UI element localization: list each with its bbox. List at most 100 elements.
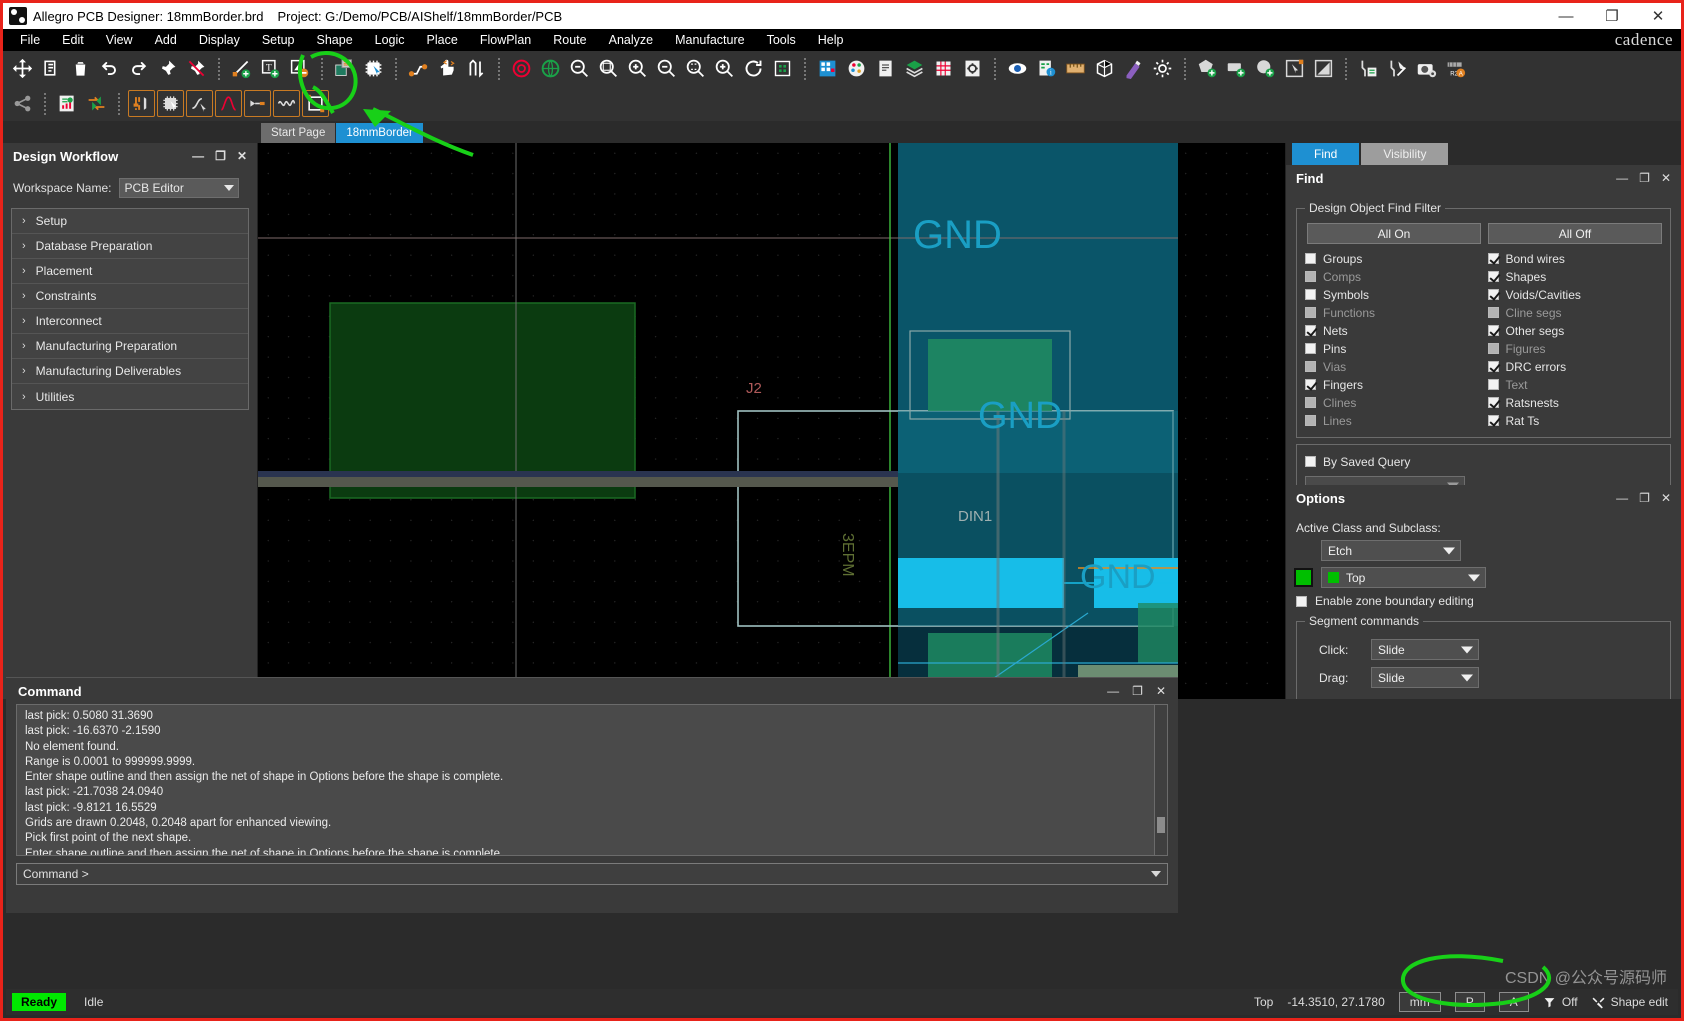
checkbox[interactable] bbox=[1487, 343, 1499, 354]
move-icon[interactable] bbox=[9, 55, 36, 82]
color-refresh-icon[interactable] bbox=[769, 55, 796, 82]
delay-tune-icon[interactable] bbox=[463, 55, 490, 82]
dw-minimize-icon[interactable]: — bbox=[192, 149, 204, 163]
zoom-center-icon[interactable] bbox=[711, 55, 738, 82]
options-close-icon[interactable]: ✕ bbox=[1661, 491, 1671, 505]
shape-add-rect-icon[interactable] bbox=[1223, 55, 1250, 82]
checkbox[interactable] bbox=[1305, 456, 1316, 467]
workflow-item-placement[interactable]: › Placement bbox=[12, 259, 248, 284]
shape-add-circle-icon[interactable] bbox=[1252, 55, 1279, 82]
zoom-previous-icon[interactable] bbox=[653, 55, 680, 82]
active-class-select[interactable]: Etch bbox=[1321, 540, 1461, 561]
brightness-icon[interactable] bbox=[1149, 55, 1176, 82]
scrollbar-thumb[interactable] bbox=[1157, 817, 1165, 833]
checkbox[interactable] bbox=[1305, 379, 1316, 390]
menu-view[interactable]: View bbox=[95, 31, 144, 49]
filter-text[interactable]: Text bbox=[1487, 376, 1663, 393]
add-text-icon[interactable]: T bbox=[257, 55, 284, 82]
checkbox[interactable] bbox=[1305, 415, 1316, 426]
checkbox[interactable] bbox=[1305, 343, 1316, 354]
nc-drill-icon[interactable] bbox=[1384, 55, 1411, 82]
filter-lines[interactable]: Lines bbox=[1305, 412, 1480, 429]
checkbox[interactable] bbox=[1305, 253, 1316, 264]
checkbox[interactable] bbox=[1487, 361, 1499, 372]
variant-icon[interactable]: R2 A bbox=[1442, 55, 1469, 82]
segment-drag-select[interactable]: Slide bbox=[1371, 667, 1479, 688]
checkbox[interactable] bbox=[1305, 289, 1316, 300]
menu-setup[interactable]: Setup bbox=[251, 31, 306, 49]
fix-icon[interactable] bbox=[154, 55, 181, 82]
zoom-out-icon[interactable] bbox=[566, 55, 593, 82]
signal-explorer-icon[interactable] bbox=[186, 90, 213, 117]
checkbox[interactable] bbox=[1305, 271, 1316, 282]
options-float-icon[interactable]: ❐ bbox=[1639, 491, 1650, 505]
unfix-icon[interactable] bbox=[183, 55, 210, 82]
checkbox[interactable] bbox=[1487, 307, 1499, 318]
filter-vias[interactable]: Vias bbox=[1305, 358, 1480, 375]
all-on-button[interactable]: All On bbox=[1307, 223, 1481, 244]
menu-edit[interactable]: Edit bbox=[51, 31, 95, 49]
filter-groups[interactable]: Groups bbox=[1305, 250, 1480, 267]
checkbox[interactable] bbox=[1487, 397, 1499, 408]
filter-figures[interactable]: Figures bbox=[1487, 340, 1663, 357]
menu-route[interactable]: Route bbox=[542, 31, 597, 49]
active-subclass-select[interactable]: Top bbox=[1321, 567, 1486, 588]
workflow-item-manufacturing-preparation[interactable]: › Manufacturing Preparation bbox=[12, 334, 248, 359]
segment-click-select[interactable]: Slide bbox=[1371, 639, 1479, 660]
zoom-world-icon[interactable] bbox=[537, 55, 564, 82]
filter-shapes[interactable]: Shapes bbox=[1487, 268, 1663, 285]
workspace-select[interactable]: PCB Editor bbox=[119, 178, 240, 198]
status-units-button[interactable]: mm bbox=[1398, 992, 1441, 1012]
shape-select-icon[interactable] bbox=[302, 90, 329, 117]
add-shape-icon[interactable] bbox=[286, 55, 313, 82]
refresh-icon[interactable] bbox=[740, 55, 767, 82]
command-log[interactable]: last pick: 0.5080 31.3690 last pick: -16… bbox=[16, 704, 1168, 856]
checkbox[interactable] bbox=[1487, 289, 1499, 300]
artwork-icon[interactable] bbox=[1120, 55, 1147, 82]
workflow-item-database-preparation[interactable]: › Database Preparation bbox=[12, 234, 248, 259]
slide-icon[interactable] bbox=[434, 55, 461, 82]
probe-icon[interactable] bbox=[244, 90, 271, 117]
redo-icon[interactable] bbox=[125, 55, 152, 82]
tab-find[interactable]: Find bbox=[1292, 143, 1360, 165]
menu-place[interactable]: Place bbox=[416, 31, 469, 49]
enable-zone-boundary-row[interactable]: Enable zone boundary editing bbox=[1296, 594, 1673, 608]
find-minimize-icon[interactable]: — bbox=[1616, 171, 1628, 185]
filter-cline-segs[interactable]: Cline segs bbox=[1487, 304, 1663, 321]
close-button[interactable]: ✕ bbox=[1635, 3, 1681, 29]
find-float-icon[interactable]: ❐ bbox=[1639, 171, 1650, 185]
command-input[interactable]: Command > bbox=[16, 863, 1168, 885]
measure-icon[interactable] bbox=[1062, 55, 1089, 82]
camera-icon[interactable] bbox=[1413, 55, 1440, 82]
checkbox[interactable] bbox=[1487, 253, 1499, 264]
tab-18mmborder[interactable]: 18mmBorder bbox=[336, 123, 423, 143]
saved-query-select[interactable] bbox=[1305, 476, 1465, 485]
filter-comps[interactable]: Comps bbox=[1305, 268, 1480, 285]
checkbox[interactable] bbox=[1305, 397, 1316, 408]
filter-clines[interactable]: Clines bbox=[1305, 394, 1480, 411]
chevron-down-icon[interactable] bbox=[1151, 871, 1161, 877]
constraint-manager-icon[interactable] bbox=[128, 90, 155, 117]
menu-display[interactable]: Display bbox=[188, 31, 251, 49]
status-filter-group[interactable]: Off bbox=[1543, 995, 1578, 1009]
filter-bond-wires[interactable]: Bond wires bbox=[1487, 250, 1663, 267]
share-icon[interactable] bbox=[9, 90, 36, 117]
pcb-canvas[interactable]: GND GND GND J2 DIN1 3EPM bbox=[258, 143, 1285, 699]
minimize-button[interactable]: — bbox=[1543, 3, 1589, 29]
menu-logic[interactable]: Logic bbox=[364, 31, 416, 49]
zoom-region-icon[interactable] bbox=[682, 55, 709, 82]
filter-rat-ts[interactable]: Rat Ts bbox=[1487, 412, 1663, 429]
add-line-icon[interactable] bbox=[228, 55, 255, 82]
filter-functions[interactable]: Functions bbox=[1305, 304, 1480, 321]
dw-close-icon[interactable]: ✕ bbox=[237, 149, 247, 163]
workflow-item-interconnect[interactable]: › Interconnect bbox=[12, 309, 248, 334]
component-browser-icon[interactable] bbox=[360, 55, 387, 82]
filter-drc-errors[interactable]: DRC errors bbox=[1487, 358, 1663, 375]
undo-icon[interactable] bbox=[96, 55, 123, 82]
tab-visibility[interactable]: Visibility bbox=[1361, 143, 1449, 165]
command-log-scrollbar[interactable] bbox=[1154, 705, 1167, 855]
command-float-icon[interactable]: ❐ bbox=[1132, 684, 1143, 698]
3d-view-icon[interactable] bbox=[1091, 55, 1118, 82]
zoom-fit-icon[interactable] bbox=[508, 55, 535, 82]
checkbox[interactable] bbox=[1305, 361, 1316, 372]
